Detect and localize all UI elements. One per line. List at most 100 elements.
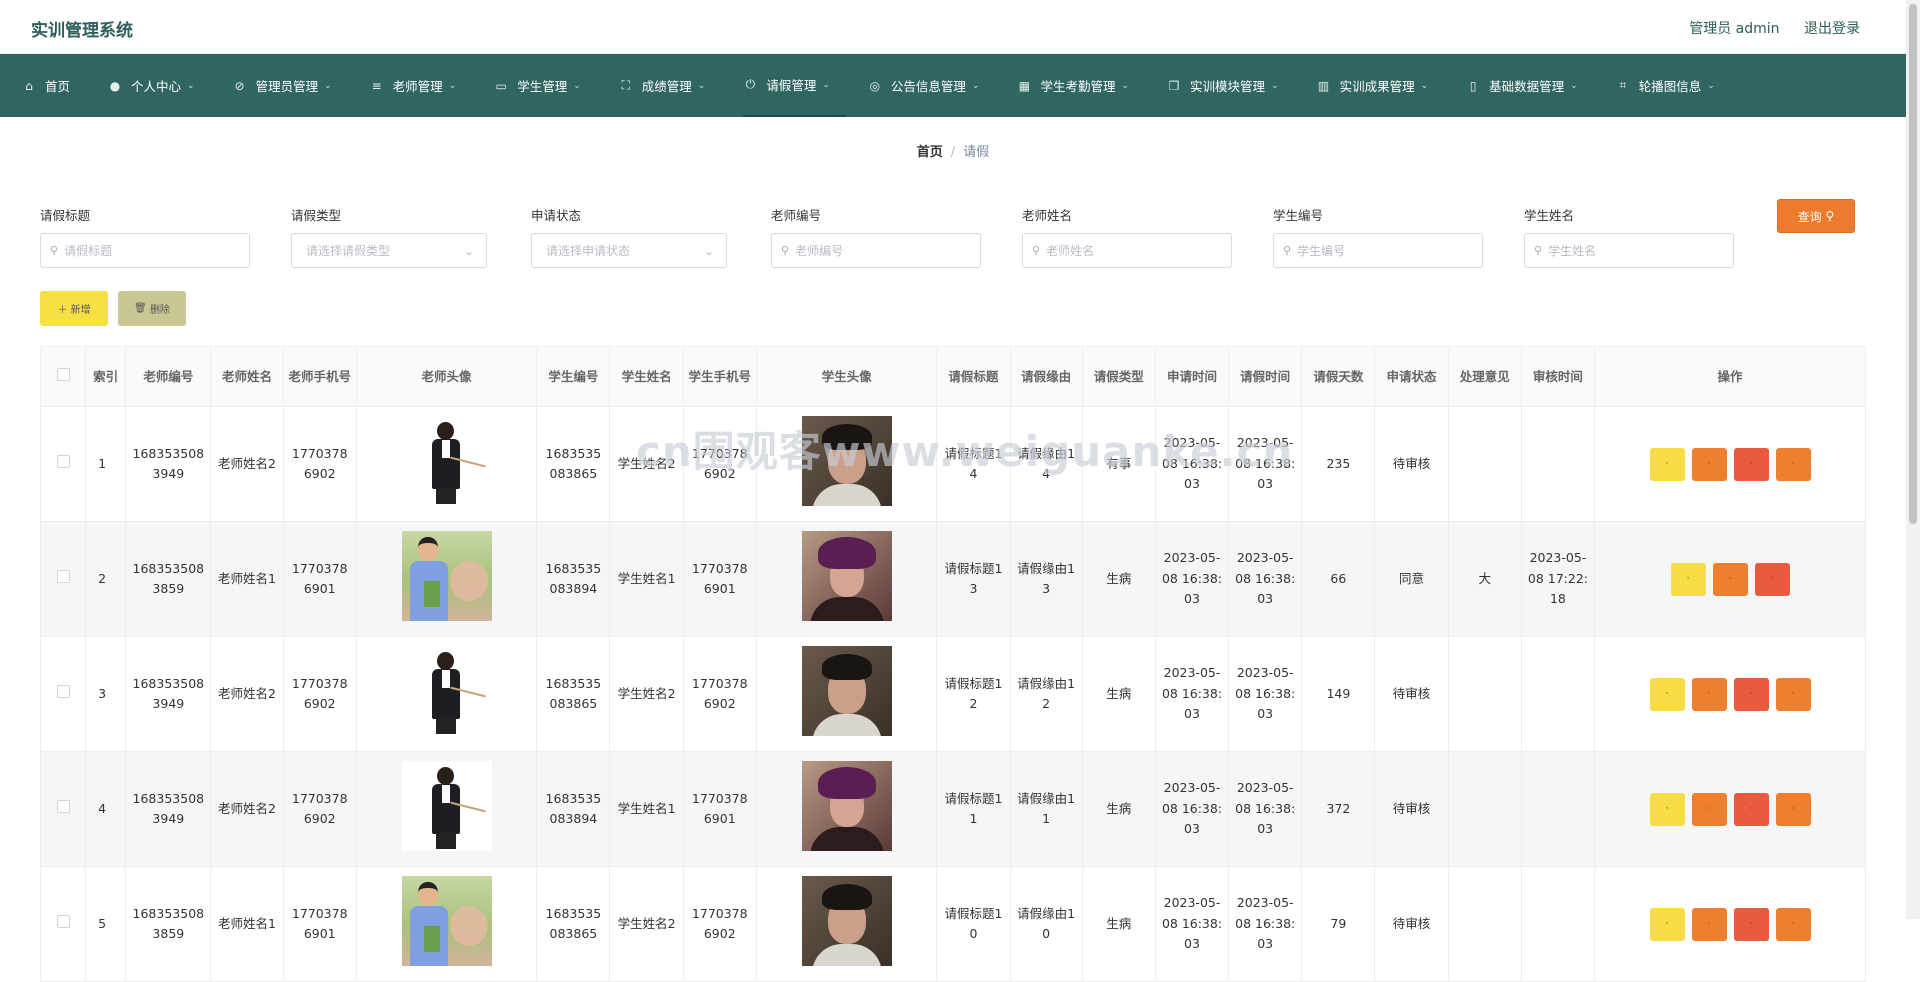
search-icon: ⚲ bbox=[1283, 244, 1292, 257]
nav-item-5[interactable]: ⛶ 成绩管理 ⌄ bbox=[619, 54, 722, 117]
nav-item-3[interactable]: ≡ 老师管理 ⌄ bbox=[370, 54, 473, 117]
select-all-checkbox[interactable] bbox=[56, 368, 70, 381]
student-avatar bbox=[801, 530, 892, 621]
filter-input[interactable]: ⚲ 老师姓名 bbox=[1022, 233, 1232, 268]
row-action-button-3[interactable]: · bbox=[1733, 792, 1769, 826]
nav-item-label: 实训成果管理 bbox=[1339, 79, 1415, 94]
row-action-button-4[interactable]: · bbox=[1775, 792, 1811, 826]
filter-input[interactable]: ⚲ 请假标题 bbox=[40, 233, 250, 268]
row-action-button-2[interactable]: · bbox=[1691, 792, 1727, 826]
cell-checkbox[interactable] bbox=[39, 406, 87, 522]
row-action-button-3[interactable]: · bbox=[1754, 562, 1790, 596]
cell-title: 请假标题13 bbox=[936, 521, 1011, 637]
nav-item-label: 个人中心 bbox=[131, 79, 182, 94]
row-action-button-1[interactable]: · bbox=[1670, 562, 1706, 596]
chevron-down-icon: ⌄ bbox=[1570, 80, 1578, 91]
nav-item-label: 请假管理 bbox=[766, 78, 817, 93]
cell-tno: 1683535083949 bbox=[125, 636, 212, 752]
row-action-button-2[interactable]: · bbox=[1691, 447, 1727, 481]
nav-item-2[interactable]: ⊘ 管理员管理 ⌄ bbox=[233, 54, 348, 117]
row-action-button-3[interactable]: · bbox=[1733, 677, 1769, 711]
cell-opinion: 大 bbox=[1447, 521, 1522, 637]
nav-item-1[interactable]: ● 个人中心 ⌄ bbox=[108, 54, 211, 117]
cell-checkbox[interactable] bbox=[39, 866, 87, 982]
nav-item-label: 基础数据管理 bbox=[1489, 79, 1565, 94]
cell-type: 生病 bbox=[1081, 751, 1156, 867]
cell-audit: 2023-05-08 17:22:18 bbox=[1520, 521, 1596, 637]
column-header: 老师姓名 bbox=[210, 346, 284, 407]
cell-checkbox[interactable] bbox=[39, 751, 87, 867]
filter-group: 老师编号 ⚲ 老师编号 bbox=[771, 205, 981, 268]
nav-item-4[interactable]: ▭ 学生管理 ⌄ bbox=[494, 54, 597, 117]
nav-item-label: 实训模块管理 bbox=[1190, 79, 1266, 94]
breadcrumb-home[interactable]: 首页 bbox=[917, 145, 943, 160]
row-action-button-2[interactable]: · bbox=[1712, 562, 1748, 596]
row-action-button-1[interactable]: · bbox=[1649, 677, 1685, 711]
trash-icon: 🗑 bbox=[134, 303, 147, 314]
nav-item-6[interactable]: ⏻ 请假管理 ⌄ bbox=[743, 54, 846, 117]
nav-item-11[interactable]: ▯ 基础数据管理 ⌄ bbox=[1466, 54, 1594, 117]
nav-item-10[interactable]: ▥ 实训成果管理 ⌄ bbox=[1317, 54, 1445, 117]
column-header: 请假标题 bbox=[936, 346, 1011, 407]
cell-tphone: 17703786902 bbox=[282, 751, 357, 867]
nav-item-8[interactable]: ▦ 学生考勤管理 ⌄ bbox=[1017, 54, 1145, 117]
column-header[interactable] bbox=[39, 346, 87, 407]
cell-sphone: 17703786901 bbox=[682, 751, 757, 867]
row-checkbox[interactable] bbox=[56, 684, 70, 698]
column-header: 操作 bbox=[1594, 346, 1866, 407]
admin-user-link[interactable]: 管理员 admin bbox=[1689, 21, 1779, 37]
cell-days: 149 bbox=[1301, 636, 1376, 752]
chevron-down-icon: ⌄ bbox=[703, 243, 714, 258]
cell-checkbox[interactable] bbox=[39, 636, 87, 752]
row-action-button-1[interactable]: · bbox=[1649, 792, 1685, 826]
cell-sname: 学生姓名1 bbox=[609, 521, 684, 637]
filter-input[interactable]: ⚲ 老师编号 bbox=[771, 233, 981, 268]
row-action-button-2[interactable]: · bbox=[1691, 907, 1727, 941]
nav-item-0[interactable]: ⌂ 首页 bbox=[22, 54, 86, 117]
cell-apply: 2023-05-08 16:38:03 bbox=[1154, 866, 1230, 982]
row-action-button-4[interactable]: · bbox=[1775, 447, 1811, 481]
scrollbar-thumb[interactable] bbox=[1909, 4, 1917, 524]
leave-table: 索引 老师编号 老师姓名 老师手机号 老师头像 学生编号 学生姓名 学生手机号 学生头像 请假标题… bbox=[39, 346, 1866, 982]
add-button[interactable]: ＋ 新增 bbox=[40, 291, 108, 326]
plus-icon: ＋ bbox=[57, 305, 68, 316]
row-action-button-4[interactable]: · bbox=[1775, 677, 1811, 711]
filter-select[interactable]: 请选择请假类型 ⌄ bbox=[291, 233, 487, 268]
row-action-button-1[interactable]: · bbox=[1649, 907, 1685, 941]
logout-link[interactable]: 退出登录 bbox=[1804, 21, 1860, 37]
row-checkbox[interactable] bbox=[56, 914, 70, 928]
cell-reason: 请假缘由14 bbox=[1009, 406, 1083, 522]
column-header: 审核时间 bbox=[1520, 346, 1596, 407]
cell-tphone: 17703786902 bbox=[282, 406, 357, 522]
column-header: 学生手机号 bbox=[682, 346, 757, 407]
nav-item-9[interactable]: ❐ 实训模块管理 ⌄ bbox=[1167, 54, 1295, 117]
delete-button[interactable]: 🗑 删除 bbox=[118, 291, 186, 326]
search-icon: ⚲ bbox=[781, 244, 790, 257]
row-action-button-4[interactable]: · bbox=[1775, 907, 1811, 941]
row-action-button-3[interactable]: · bbox=[1733, 447, 1769, 481]
filter-input[interactable]: ⚲ 学生编号 bbox=[1273, 233, 1483, 268]
filter-group: 学生姓名 ⚲ 学生姓名 bbox=[1524, 205, 1734, 268]
search-button[interactable]: 查询 ⚲ bbox=[1777, 199, 1855, 233]
filter-select[interactable]: 请选择申请状态 ⌄ bbox=[531, 233, 727, 268]
nav-item-12[interactable]: ⌗ 轮播图信息 ⌄ bbox=[1616, 54, 1731, 117]
nav-item-label: 成绩管理 bbox=[641, 79, 692, 94]
cell-ops: · · · · bbox=[1594, 636, 1866, 752]
row-action-button-2[interactable]: · bbox=[1691, 677, 1727, 711]
column-header: 学生姓名 bbox=[609, 346, 684, 407]
row-action-button-1[interactable]: · bbox=[1649, 447, 1685, 481]
teacher-avatar bbox=[401, 760, 492, 851]
header-actions: 管理员 admin 退出登录 bbox=[1669, 18, 1860, 38]
cell-tname: 老师姓名1 bbox=[210, 866, 284, 982]
cell-checkbox[interactable] bbox=[39, 521, 87, 637]
cell-ops: · · · · bbox=[1594, 751, 1866, 867]
row-checkbox[interactable] bbox=[56, 799, 70, 813]
filter-input[interactable]: ⚲ 学生姓名 bbox=[1524, 233, 1734, 268]
cell-sphone: 17703786902 bbox=[682, 636, 757, 752]
nav-item-7[interactable]: ◎ 公告信息管理 ⌄ bbox=[868, 54, 996, 117]
cell-type: 有事 bbox=[1081, 406, 1156, 522]
row-action-button-3[interactable]: · bbox=[1733, 907, 1769, 941]
row-checkbox[interactable] bbox=[56, 569, 70, 583]
row-checkbox[interactable] bbox=[56, 454, 70, 468]
search-icon: ⚲ bbox=[50, 244, 59, 257]
